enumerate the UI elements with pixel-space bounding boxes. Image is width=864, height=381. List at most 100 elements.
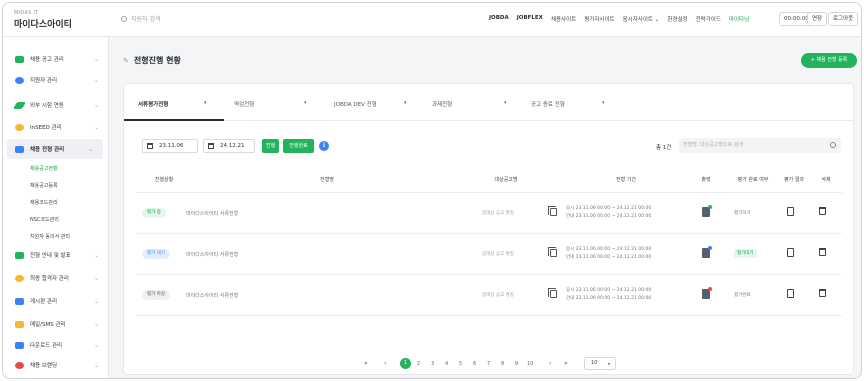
sidebar-sub-nsc-code[interactable]: NSC코드관리 xyxy=(30,216,59,223)
result-document-icon[interactable] xyxy=(787,289,794,298)
column-header-delete: 삭제 xyxy=(821,177,831,183)
tab-assignment[interactable]: 과제전형 xyxy=(432,100,452,108)
tab-competency[interactable]: 역검전형 xyxy=(234,100,254,108)
extend-button[interactable]: 연장 xyxy=(807,12,828,26)
caret-down-icon: ▾ xyxy=(204,100,207,106)
nav-recruit-site[interactable]: 채용사이트 xyxy=(551,15,576,23)
logo-title: 마이다스아이티 xyxy=(14,20,72,30)
page-6-button[interactable]: 6 xyxy=(473,361,476,367)
end-date-field[interactable]: 24.12.21 xyxy=(203,139,255,153)
top-bar: MIDAS IT 마이다스아이티 지원자 검색 JOBDA JOBFLEX 채용… xyxy=(3,3,861,37)
start-date-field[interactable]: 23.11.06 xyxy=(142,139,198,153)
result-document-icon[interactable] xyxy=(787,207,794,216)
evaluate-link[interactable]: 평가완료 xyxy=(734,292,751,298)
mail-icon xyxy=(15,320,24,328)
sidebar-item-board[interactable]: 게시판 관리 ⌄ xyxy=(3,291,109,311)
page-7-button[interactable]: 7 xyxy=(487,361,490,367)
sidebar-sub-code-manage[interactable]: 채용코드관리 xyxy=(30,199,58,206)
applicant-search-input[interactable]: 지원자 검색 xyxy=(121,14,161,23)
trash-icon[interactable] xyxy=(819,248,826,256)
table-row: 평가 마감 마이다스아이티 서류전형 응대상 공고 명칭 응시 23.11.06… xyxy=(136,275,842,316)
sidebar-item-inseed[interactable]: InSEED 관리 ⌄ xyxy=(3,117,109,137)
period-notice: 안내 23.11.06 00:00 ~ 24.12.21 00:00 xyxy=(566,214,652,219)
tab-jobda-dev[interactable]: JOBDA DEV 전형 xyxy=(334,100,377,108)
sidebar-item-external-test[interactable]: 외부 시험 연동 ⌄ xyxy=(3,95,109,115)
caret-down-icon: ▾ xyxy=(304,100,307,106)
nav-user[interactable]: 마이다님 xyxy=(729,15,749,23)
logout-button[interactable]: 로그아웃 xyxy=(828,12,859,26)
info-icon[interactable]: i xyxy=(319,141,329,151)
page-10-button[interactable]: 10 xyxy=(527,361,533,367)
seed-icon xyxy=(15,123,24,131)
nav-evaluator-site[interactable]: 평가자사이트 xyxy=(584,15,614,23)
print-icon[interactable] xyxy=(702,205,712,217)
period-exam: 응시 23.11.06 00:00 ~ 24.12.21 00:00 xyxy=(566,206,652,211)
process-name[interactable]: 마이다스아이티 서류전형 xyxy=(186,210,238,217)
nav-candidate-site[interactable]: 응시자사이트 ⌄ xyxy=(623,15,660,23)
sidebar-item-announce[interactable]: 전형 안내 및 발표 ⌄ xyxy=(3,245,109,265)
nav-settings[interactable]: 환경설정 xyxy=(667,15,687,23)
page-4-button[interactable]: 4 xyxy=(445,361,448,367)
process-name[interactable]: 마이다스아이티 서류전형 xyxy=(186,292,238,299)
sidebar-sub-consent[interactable]: 지원자 동의서 관리 xyxy=(30,233,70,240)
status-badge: 평가 마감 xyxy=(142,290,170,300)
column-header-print: 출력 xyxy=(701,177,711,183)
copy-icon[interactable] xyxy=(548,247,557,257)
chevron-down-icon: ⌄ xyxy=(93,341,99,349)
sidebar-item-final-pass[interactable]: 최종 합격자 관리 ⌄ xyxy=(3,268,109,288)
evaluate-link[interactable]: 평가하기 xyxy=(734,210,751,216)
add-process-button[interactable]: + 채용 전형 등록 xyxy=(801,53,857,68)
sidebar-item-branding[interactable]: 채용 브랜딩 ⌄ xyxy=(3,355,109,375)
trash-icon[interactable] xyxy=(819,207,826,215)
table-row: 평가 중 마이다스아이티 서류전형 응대상 공고 명칭 응시 23.11.06 … xyxy=(136,193,842,234)
result-document-icon[interactable] xyxy=(787,248,794,257)
nav-jobflex[interactable]: JOBFLEX xyxy=(517,15,543,23)
sidebar-item-mail-sms[interactable]: 메일/SMS 관리 ⌄ xyxy=(3,314,109,334)
column-header-target: 대상공고명 xyxy=(494,177,518,183)
chevron-down-icon: ⌄ xyxy=(93,76,99,84)
process-name[interactable]: 마이다스아이티 서류전형 xyxy=(186,251,238,258)
pencil-icon xyxy=(12,101,27,109)
process-tabs: 서류평가전형 ▾ 역검전형 ▾ JOBDA DEV 전형 ▾ 과제전형 ▾ 공고 종료 … xyxy=(124,84,853,121)
sidebar-item-label: 채용 브랜딩 xyxy=(30,363,58,369)
page-1-button[interactable]: 1 xyxy=(400,358,411,369)
sidebar-item-applicants[interactable]: 지원자 관리 ⌄ xyxy=(3,70,109,90)
page-9-button[interactable]: 9 xyxy=(515,361,518,367)
nav-strategy-guide[interactable]: 전략가이드 xyxy=(696,15,721,23)
process-search-input[interactable]: 전형명, 대상공고명으로 검색 xyxy=(679,138,841,153)
sidebar-sub-posting-status[interactable]: 채용공고현황 xyxy=(30,165,58,172)
page-3-button[interactable]: 3 xyxy=(431,361,434,367)
print-icon[interactable] xyxy=(702,246,712,258)
chevron-down-icon: ⌄ xyxy=(93,55,99,63)
print-icon[interactable] xyxy=(702,287,712,299)
caret-down-icon: ▾ xyxy=(404,100,407,106)
page-5-button[interactable]: 5 xyxy=(459,361,462,367)
complete-filter-button[interactable]: 진행완료 xyxy=(283,139,314,153)
chevron-down-icon: ⌄ xyxy=(93,361,99,369)
next-page-button[interactable]: › xyxy=(549,360,551,367)
evaluate-link[interactable]: 평가대기 xyxy=(734,249,757,258)
logo[interactable]: MIDAS IT 마이다스아이티 xyxy=(14,10,72,30)
page-2-button[interactable]: 2 xyxy=(417,361,420,367)
sidebar-sub-posting-register[interactable]: 채용공고등록 xyxy=(30,182,58,189)
copy-icon[interactable] xyxy=(548,288,557,298)
sidebar-item-job-posting[interactable]: 채용 공고 관리 ⌄ xyxy=(3,49,109,69)
tab-closed[interactable]: 공고 종료 전형 xyxy=(531,100,565,108)
page-size-select[interactable]: 10 ▾ xyxy=(584,357,616,370)
sidebar-item-label: 지원자 관리 xyxy=(30,78,58,84)
nav-jobda[interactable]: JOBDA xyxy=(489,15,509,23)
tab-document[interactable]: 서류평가전형 xyxy=(138,100,168,108)
sidebar-item-download[interactable]: 다운로드 관리 ⌄ xyxy=(3,335,109,355)
progress-filter-button[interactable]: 진행 xyxy=(262,139,279,153)
column-header-period: 전형 기간 xyxy=(616,177,636,183)
page-8-button[interactable]: 8 xyxy=(501,361,504,367)
sidebar-item-recruit-process[interactable]: 채용 전형 관리 ⌄ xyxy=(7,139,103,159)
trash-icon[interactable] xyxy=(819,289,826,297)
search-icon xyxy=(830,142,836,148)
first-page-button[interactable]: « xyxy=(364,360,368,367)
prev-page-button[interactable]: ‹ xyxy=(384,360,386,367)
last-page-button[interactable]: » xyxy=(564,360,568,367)
copy-icon[interactable] xyxy=(548,206,557,216)
download-icon xyxy=(15,341,24,349)
logo-subtitle: MIDAS IT xyxy=(14,10,39,16)
